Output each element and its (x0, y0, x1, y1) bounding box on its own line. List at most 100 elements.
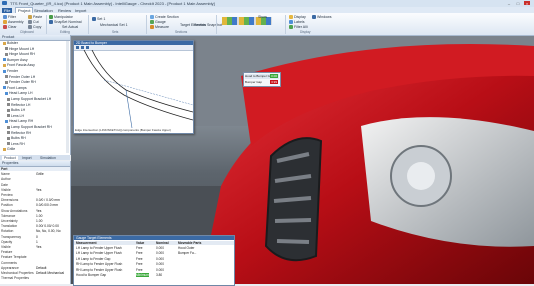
property-row[interactable]: Feature Template (0, 255, 70, 259)
assembly-button[interactable]: Assembly (3, 20, 24, 25)
tab-product[interactable]: Product (2, 155, 18, 160)
manipulator-button[interactable]: Manipulator (49, 15, 73, 20)
mechanical-set-button[interactable]: Mechanical Set 1 (100, 23, 128, 27)
measurement-cell: 0.000 (156, 246, 164, 250)
property-key: Visible (1, 245, 11, 249)
show-button[interactable]: Show (258, 15, 267, 19)
property-row[interactable]: Opacity 1 (0, 240, 70, 244)
minimize-icon[interactable]: – (506, 1, 512, 6)
property-row[interactable]: Translation 0.00/ 0.00/ 0.00 (0, 224, 70, 228)
display-button[interactable]: Display (289, 15, 306, 20)
property-row[interactable]: Dimensions 0.0/0 / 0.0/0 mm (0, 198, 70, 202)
tree-item[interactable]: Reflector LH (7, 103, 30, 107)
property-row[interactable]: Show Annotations Yes (0, 209, 70, 213)
paste-button[interactable]: Paste (28, 15, 42, 20)
gap-readout-popup[interactable]: Hood to Bumper Gap 0.00 Bumper Gap 3.99 (243, 72, 281, 87)
filter-all-button[interactable]: Filter Alli (289, 25, 308, 30)
property-row[interactable]: Thermal Properties (0, 276, 70, 280)
set-actual-button[interactable]: Set Actual (62, 25, 78, 29)
property-key: Comments (1, 260, 17, 265)
measurement-row[interactable]: RH Lamp to Fender Upper Flush Free 0.000 (74, 262, 234, 266)
snap-button[interactable]: Snap (49, 20, 62, 25)
gauge-icon (150, 20, 154, 25)
property-row[interactable]: Position 0.0/0.0/0.0 mm (0, 203, 70, 207)
property-row[interactable]: Rotation No, No, 0.00, No (0, 229, 70, 233)
tree-item[interactable]: Reflector RH (7, 131, 31, 135)
property-row[interactable]: Visible Yes (0, 245, 70, 249)
windows-button[interactable]: Windows (312, 15, 332, 20)
tree-item[interactable]: Bulbs RH (7, 136, 26, 140)
tree-item[interactable]: Hinge Mount LH (5, 47, 34, 51)
section-snapshot-button[interactable]: Section Snapshot (194, 23, 222, 27)
property-key: Part (1, 167, 8, 171)
tree-item[interactable]: Front Fascia Assy (3, 63, 35, 67)
property-row[interactable]: Comments (0, 261, 70, 265)
tree-item[interactable]: Grille (3, 147, 15, 151)
tree-item[interactable]: Fender Outer RH (5, 80, 36, 84)
group-sets: Sets (112, 30, 119, 34)
tree-item[interactable]: Lamp Support Bracket LH (7, 97, 51, 101)
set-nominal-button[interactable]: Set Nominal (62, 20, 82, 24)
property-row[interactable]: Date (0, 183, 70, 187)
tab-import-panel[interactable]: Import (22, 156, 32, 160)
tree-item[interactable]: Front Lamps (3, 86, 27, 90)
measurement-row[interactable]: Hood to Bumper Gap Minimum 3.80 (74, 273, 234, 277)
tree-item[interactable]: Bolster (3, 41, 18, 45)
part-icon (3, 63, 6, 67)
measurement-row[interactable]: LH Lamp to Fender Upper Flush Free 0.000 Bu… (74, 251, 234, 255)
zoom-icon[interactable] (76, 46, 79, 49)
measure-button[interactable]: Measure (150, 25, 169, 30)
property-row[interactable]: Tolerance 1.00 (0, 214, 70, 218)
property-row[interactable]: Feature (0, 250, 70, 254)
maximize-icon[interactable]: □ (515, 1, 521, 6)
tree-item[interactable]: Hinge Mount RH (5, 52, 35, 56)
tree-item[interactable]: Head Lamp LH (5, 91, 33, 95)
property-row[interactable]: Preview (0, 193, 70, 197)
cut-button[interactable]: Cut (28, 20, 39, 25)
tree-item[interactable]: Fender Outer LH (5, 75, 35, 79)
property-key: Show Annotations (1, 208, 28, 213)
create-section-button[interactable]: Create Section (150, 15, 179, 20)
close-icon[interactable]: × (524, 1, 530, 6)
property-row[interactable]: Name Grille (0, 172, 70, 176)
property-row[interactable]: Visible Yes (0, 188, 70, 192)
section-status: Edge Intersection (LINK/SKETCH)] compone… (75, 128, 171, 132)
measurement-cell: RH Lamp to Fender Upper Flush (76, 267, 123, 272)
app-icon[interactable] (2, 1, 7, 5)
tree-item[interactable]: Lamp Support Bracket RH (7, 125, 52, 129)
fit-icon[interactable] (86, 46, 89, 49)
measurement-row[interactable]: LH Lamp to Fender Upper Flush Free 0.000 Ho… (74, 246, 234, 250)
measurement-window[interactable]: Gauge Target Elements Measurement Value … (73, 235, 235, 286)
tree-item[interactable]: Fender (3, 69, 18, 73)
property-row[interactable]: Uncertainty 1.00 (0, 219, 70, 223)
pan-icon[interactable] (81, 46, 84, 49)
scrollbar[interactable] (66, 41, 69, 153)
tree-item[interactable]: Bumper Assy (3, 58, 28, 62)
measurement-cell: LH Lamp to Fender Upper Flush (76, 251, 122, 256)
clear-button[interactable]: Clear (3, 25, 17, 30)
measurement-row[interactable]: LH Lamp to Fender Gap Free 0.000 (74, 257, 234, 261)
labels-button[interactable]: Labels (289, 20, 305, 25)
tree-item[interactable]: Lens RH (7, 142, 25, 146)
property-row[interactable]: Mechanical Properties Default Mechanical (0, 271, 70, 275)
filter-button[interactable]: Filter (3, 15, 16, 20)
tab-simulation-panel[interactable]: Simulation (40, 156, 56, 160)
tree-item[interactable]: Bulbs LH (7, 108, 25, 112)
property-row[interactable]: Part (0, 167, 70, 172)
property-key: Date (1, 182, 8, 187)
property-row[interactable]: Transparency 0 (0, 235, 70, 239)
tree-item[interactable]: Head Lamp RH (5, 119, 33, 123)
property-key: Rotation (1, 229, 14, 234)
copy-button[interactable]: Copy (28, 25, 41, 30)
property-row[interactable]: Author (0, 177, 70, 181)
set-icon (92, 17, 96, 22)
measurement-cell: 0.000 (156, 251, 164, 256)
set-1-button[interactable]: Set 1 (92, 17, 105, 22)
property-row[interactable]: Appearance Default (0, 266, 70, 270)
section-window[interactable]: 2D Board to Bumper Edge Intersection (LI… (73, 40, 194, 134)
part-icon (7, 125, 10, 129)
measurement-row[interactable]: RH Lamp to Fender Upper Flush Free 0.000 (74, 268, 234, 272)
gauge-button[interactable]: Gauge (150, 20, 166, 25)
property-key: Translation (1, 224, 18, 229)
tree-item[interactable]: Lens LH (7, 114, 24, 118)
